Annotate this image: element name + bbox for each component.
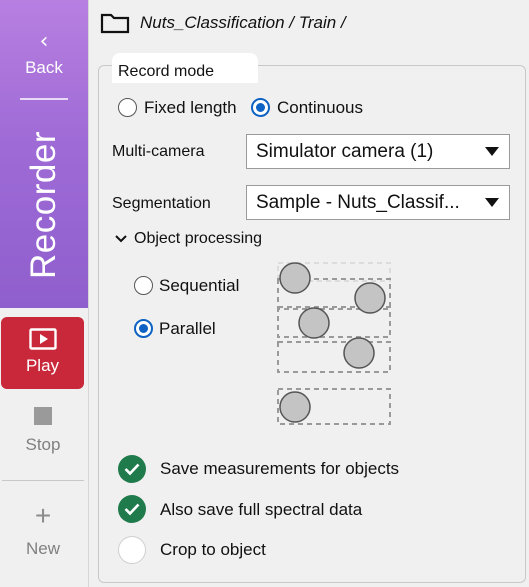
save-measurements-label[interactable]: Save measurements for objects (160, 459, 399, 479)
divider (20, 98, 68, 100)
stop-button[interactable]: Stop (0, 407, 86, 455)
multi-camera-dropdown[interactable]: Simulator camera (1) (246, 134, 510, 169)
sequential-radio[interactable] (134, 276, 153, 295)
crop-to-object-checkbox[interactable] (118, 536, 146, 564)
stop-icon (34, 407, 52, 425)
crop-to-object-label[interactable]: Crop to object (160, 540, 266, 560)
chevron-left-icon: ‹ (39, 29, 49, 54)
folder-icon (100, 13, 130, 34)
dropdown-arrow-icon (485, 198, 499, 207)
chevron-down-icon (115, 235, 127, 243)
multi-camera-value: Simulator camera (1) (256, 140, 434, 162)
record-mode-legend: Record mode (118, 63, 215, 80)
save-spectral-checkbox[interactable] (118, 495, 146, 523)
play-label: Play (25, 356, 60, 375)
segmentation-label: Segmentation (112, 195, 211, 212)
divider (2, 480, 84, 481)
parallel-radio[interactable] (134, 319, 153, 338)
play-button[interactable]: Play (1, 317, 84, 389)
object-processing-expander[interactable]: Object processing (114, 230, 262, 248)
breadcrumb: Nuts_Classification / Train / (100, 10, 346, 36)
checkmark-icon (124, 503, 140, 516)
new-label: New (25, 539, 60, 558)
continuous-radio[interactable] (251, 98, 270, 117)
object-processing-label: Object processing (134, 230, 263, 247)
play-icon (28, 328, 57, 350)
sidebar-border (88, 0, 89, 587)
page-title: Recorder (24, 131, 63, 279)
plus-icon: + (34, 500, 52, 531)
checkmark-icon (124, 463, 140, 476)
save-measurements-checkbox[interactable] (118, 455, 146, 483)
sequential-label[interactable]: Sequential (159, 276, 239, 296)
save-spectral-label[interactable]: Also save full spectral data (160, 500, 362, 520)
fixed-length-label[interactable]: Fixed length (144, 98, 237, 118)
sidebar: ‹ Back Recorder Play Stop + New (0, 0, 88, 587)
continuous-label[interactable]: Continuous (277, 98, 363, 118)
segmentation-dropdown[interactable]: Sample - Nuts_Classif... (246, 185, 510, 220)
stop-label: Stop (25, 435, 61, 454)
new-button[interactable]: + New (0, 500, 86, 559)
back-label: Back (25, 58, 63, 77)
parallel-processing-illustration (277, 262, 391, 425)
back-button[interactable]: ‹ Back (0, 30, 88, 78)
segmentation-value: Sample - Nuts_Classif... (256, 191, 460, 213)
fixed-length-radio[interactable] (118, 98, 137, 117)
multi-camera-label: Multi-camera (112, 143, 205, 160)
parallel-label[interactable]: Parallel (159, 319, 216, 339)
dropdown-arrow-icon (485, 147, 499, 156)
breadcrumb-path: Nuts_Classification / Train / (140, 13, 346, 32)
